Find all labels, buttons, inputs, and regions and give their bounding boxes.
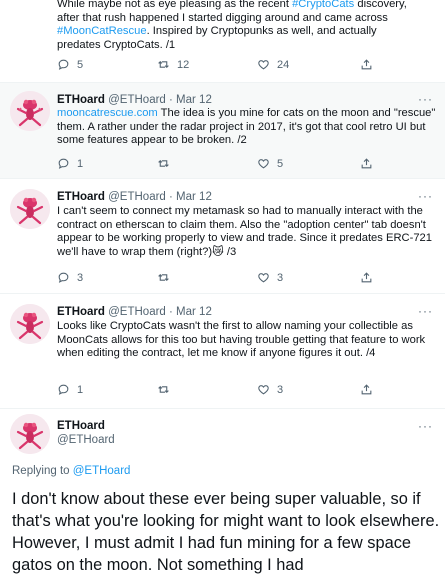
tweet-header: ETHoard @ETHoard · Mar 12 [57, 190, 212, 204]
share-icon [361, 272, 372, 283]
frog-avatar-icon [10, 304, 50, 344]
reply-button[interactable]: 1 [57, 383, 83, 396]
display-name[interactable]: ETHoard [57, 94, 105, 106]
tweet-date[interactable]: · Mar 12 [169, 94, 212, 106]
reply-icon [58, 59, 69, 70]
tweet-3-of-thread[interactable]: ETHoard @ETHoard · Mar 12 ··· I can't se… [0, 179, 445, 294]
tweet-actions: 3 3 [57, 271, 417, 287]
tweet-actions: 1 3 [57, 383, 417, 399]
retweet-icon [158, 274, 169, 281]
user-handle[interactable]: @ETHoard [57, 434, 115, 446]
reply-button[interactable]: 5 [57, 58, 83, 71]
heart-icon [258, 60, 269, 70]
more-options-icon[interactable]: ··· [418, 189, 433, 203]
retweet-icon [158, 61, 169, 68]
like-button[interactable]: 3 [257, 383, 283, 396]
hashtag-link[interactable]: #MoonCatRescue [57, 25, 147, 37]
reply-icon [58, 158, 69, 169]
frog-avatar-icon [10, 414, 50, 454]
share-button[interactable] [360, 383, 373, 396]
display-name[interactable]: ETHoard [57, 420, 105, 432]
like-button[interactable]: 24 [257, 58, 289, 71]
like-button[interactable]: 3 [257, 271, 283, 284]
reply-icon [58, 384, 69, 395]
user-handle[interactable]: @ETHoard [108, 191, 166, 203]
tweet-text: Looks like CryptoCats wasn't the first t… [57, 320, 426, 360]
tweet-date[interactable]: · Mar 12 [169, 191, 212, 203]
retweet-icon [158, 386, 169, 393]
crying-cat-emoji: 😿 [212, 245, 224, 258]
retweet-button[interactable]: 12 [157, 58, 189, 71]
reply-button[interactable]: 3 [57, 271, 83, 284]
tweet-date[interactable]: · Mar 12 [169, 306, 212, 318]
retweet-button[interactable] [157, 383, 170, 396]
tweet-2-of-thread[interactable]: ETHoard @ETHoard · Mar 12 ··· mooncatres… [0, 83, 445, 179]
share-button[interactable] [360, 271, 373, 284]
tweet-4-of-thread[interactable]: ETHoard @ETHoard · Mar 12 ··· Looks like… [0, 294, 445, 409]
more-options-icon[interactable]: ··· [418, 419, 433, 433]
more-options-icon[interactable]: ··· [418, 304, 433, 318]
share-icon [361, 59, 372, 70]
tweet-header: ETHoard @ETHoard · Mar 12 [57, 93, 212, 107]
replying-to-handle[interactable]: @ETHoard [73, 465, 131, 477]
heart-icon [258, 159, 269, 169]
user-handle[interactable]: @ETHoard [108, 306, 166, 318]
tweet-actions: 1 5 [57, 157, 417, 173]
more-options-icon[interactable]: ··· [418, 92, 433, 106]
tweet-text: mooncatrescue.com The idea is you mine f… [57, 107, 436, 147]
retweet-icon [158, 160, 169, 167]
display-name[interactable]: ETHoard [57, 191, 105, 203]
retweet-button[interactable] [157, 157, 170, 170]
tweet-header: ETHoard @ETHoard · Mar 12 [57, 305, 212, 319]
replying-to-line: Replying to @ETHoard [12, 465, 131, 477]
reply-icon [58, 272, 69, 283]
tweet-text: I can't seem to connect my metamask so h… [57, 205, 432, 258]
heart-icon [258, 273, 269, 283]
avatar[interactable] [10, 91, 50, 131]
reply-button[interactable]: 1 [57, 157, 83, 170]
share-button[interactable] [360, 157, 373, 170]
like-button[interactable]: 5 [257, 157, 283, 170]
share-icon [361, 158, 372, 169]
share-icon [361, 384, 372, 395]
hashtag-link[interactable]: #CryptoCats [292, 0, 354, 10]
avatar[interactable] [10, 189, 50, 229]
frog-avatar-icon [10, 91, 50, 131]
user-handle[interactable]: @ETHoard [108, 94, 166, 106]
main-tweet-text: I don't know about these ever being supe… [12, 490, 440, 574]
website-link[interactable]: mooncatrescue.com [57, 107, 158, 119]
display-name[interactable]: ETHoard [57, 306, 105, 318]
heart-icon [258, 385, 269, 395]
share-button[interactable] [360, 58, 373, 71]
tweet-actions: 5 12 24 [57, 58, 417, 74]
tweet-1-of-thread[interactable]: While maybe not as eye pleasing as the r… [0, 0, 445, 83]
retweet-button[interactable] [157, 271, 170, 284]
avatar[interactable] [10, 414, 50, 454]
frog-avatar-icon [10, 189, 50, 229]
avatar[interactable] [10, 304, 50, 344]
tweet-text: While maybe not as eye pleasing as the r… [57, 0, 407, 51]
